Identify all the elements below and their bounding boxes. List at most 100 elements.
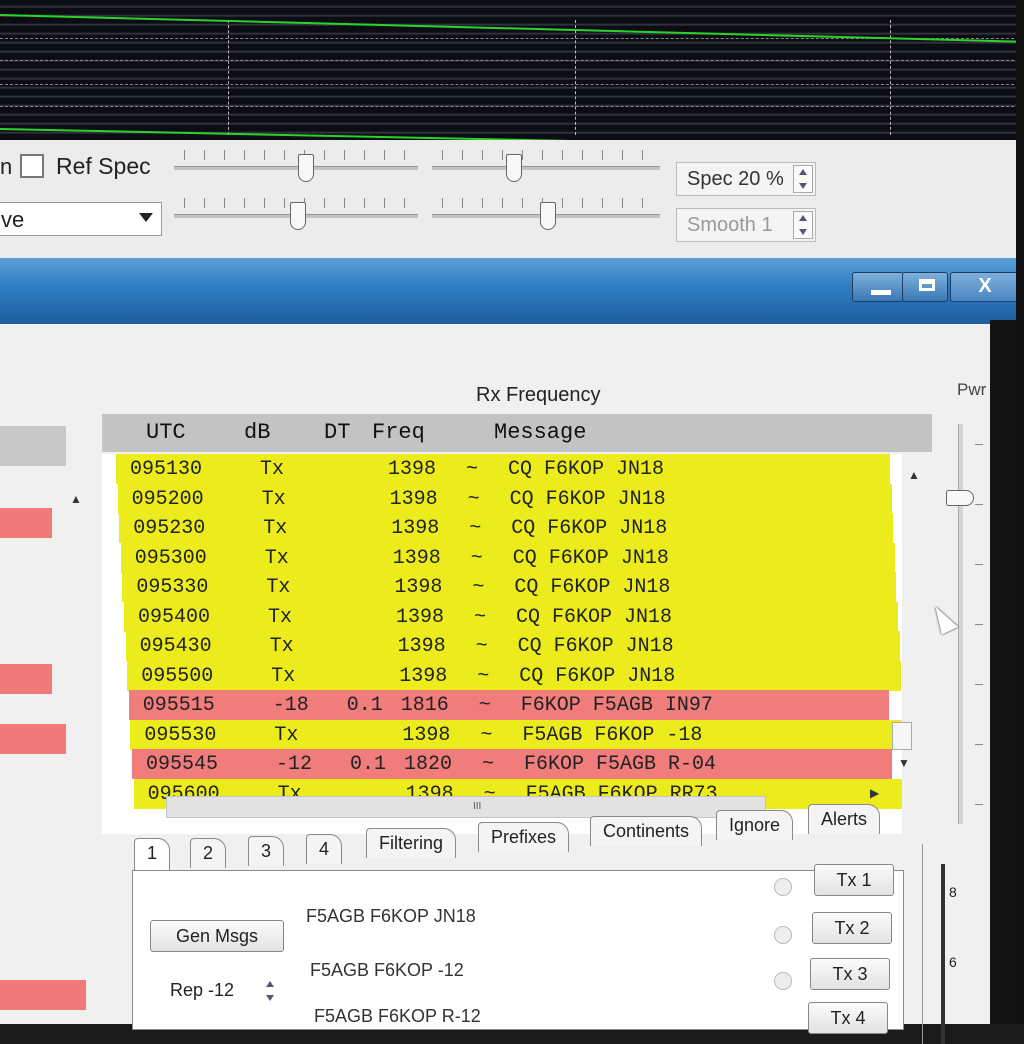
rx-row[interactable]: 095230 Tx 1398 ~ CQ F6KOP JN18 bbox=[119, 513, 894, 543]
tab-1[interactable]: 1 bbox=[134, 838, 171, 872]
scroll-up-icon[interactable]: ▲ bbox=[908, 468, 920, 482]
column-utc: UTC bbox=[146, 420, 186, 445]
slider-thumb[interactable] bbox=[506, 154, 522, 182]
rx-cell-db: Tx bbox=[263, 517, 288, 540]
rx-row[interactable]: 095130 Tx 1398 ~ CQ F6KOP JN18 bbox=[116, 454, 890, 484]
rx-cell-message: CQ F6KOP JN18 bbox=[509, 487, 666, 511]
band-activity-row[interactable] bbox=[0, 724, 66, 754]
waterfall-display[interactable] bbox=[0, 0, 1024, 152]
rx-cell-message: CQ F6KOP JN18 bbox=[512, 546, 669, 570]
tab-continents[interactable]: Continents bbox=[590, 816, 703, 846]
band-activity-row[interactable] bbox=[0, 664, 52, 694]
maximize-button[interactable] bbox=[902, 272, 948, 302]
rx-row[interactable]: 095530 Tx 1398 ~ F5AGB F6KOP -18 bbox=[130, 719, 902, 750]
report-spinbox[interactable]: Rep -12 bbox=[160, 974, 290, 1008]
window-titlebar[interactable]: X bbox=[0, 258, 1024, 324]
spec-gain-slider[interactable] bbox=[174, 196, 418, 230]
column-dt: DT bbox=[324, 420, 351, 445]
rx-cell-message: CQ F6KOP JN18 bbox=[508, 458, 665, 481]
power-slider-track[interactable] bbox=[958, 424, 963, 824]
rx-cell-utc: 095330 bbox=[136, 576, 209, 599]
rx-cell-utc: 095530 bbox=[144, 723, 217, 747]
rx-cell-db: Tx bbox=[264, 546, 289, 570]
rx-cell-db: -12 bbox=[276, 753, 313, 776]
rx-cell-message: F6KOP F5AGB R-04 bbox=[524, 753, 717, 776]
smooth-spinbox[interactable]: Smooth 1 bbox=[676, 208, 816, 242]
rx-row[interactable]: 095300 Tx 1398 ~ CQ F6KOP JN18 bbox=[120, 542, 895, 573]
tx2-radio[interactable] bbox=[774, 926, 792, 944]
tx4-button[interactable]: Tx 4 bbox=[808, 1002, 888, 1034]
scroll-up-icon[interactable]: ▲ bbox=[70, 492, 82, 506]
tab-2[interactable]: 2 bbox=[190, 838, 227, 868]
vertical-scrollbar-thumb[interactable] bbox=[892, 722, 912, 750]
rx-cell-db: Tx bbox=[266, 576, 291, 599]
waterfall-grid-line bbox=[0, 106, 1024, 107]
band-activity-row[interactable] bbox=[0, 508, 52, 538]
spec-percent-spinbox[interactable]: Spec 20 % bbox=[676, 162, 816, 196]
tx1-button[interactable]: Tx 1 bbox=[814, 864, 894, 896]
waterfall-grid-line bbox=[0, 60, 1024, 61]
tx2-message[interactable]: F5AGB F6KOP -12 bbox=[310, 960, 464, 981]
spec-zero-slider[interactable] bbox=[432, 196, 660, 230]
rx-row[interactable]: 095515 -18 0.1 1816 ~ F6KOP F5AGB IN97 bbox=[128, 690, 889, 720]
gain-slider[interactable] bbox=[174, 148, 418, 182]
rx-row[interactable]: 095400 Tx 1398 ~ CQ F6KOP JN18 bbox=[124, 601, 898, 632]
rx-cell-utc: 095230 bbox=[133, 517, 206, 540]
tx3-button[interactable]: Tx 3 bbox=[810, 958, 890, 990]
zero-slider[interactable] bbox=[432, 148, 660, 182]
rx-table-header: UTC dB DT Freq Message bbox=[102, 414, 932, 452]
rx-cell-freq: 1820 bbox=[404, 753, 453, 776]
rx-cell-message: CQ F6KOP JN18 bbox=[516, 605, 673, 629]
rx-cell-sep: ~ bbox=[477, 664, 490, 688]
horizontal-scrollbar[interactable]: III bbox=[166, 796, 766, 818]
tx3-radio[interactable] bbox=[774, 972, 792, 990]
rx-frequency-list[interactable]: 095130 Tx 1398 ~ CQ F6KOP JN18 095200 Tx 1398 ~ C… bbox=[102, 454, 902, 834]
tab-prefixes[interactable]: Prefixes bbox=[478, 822, 570, 852]
power-slider-thumb[interactable] bbox=[946, 490, 974, 506]
rx-row[interactable]: 095430 Tx 1398 ~ CQ F6KOP JN18 bbox=[125, 631, 900, 661]
tab-alerts[interactable]: Alerts bbox=[808, 804, 881, 834]
slider-thumb[interactable] bbox=[540, 202, 556, 230]
tx1-radio[interactable] bbox=[774, 878, 792, 896]
rx-cell-message: CQ F6KOP JN18 bbox=[511, 517, 668, 540]
rx-cell-db: Tx bbox=[269, 635, 294, 658]
ref-spec-label: Ref Spec bbox=[56, 153, 151, 179]
scroll-right-icon[interactable]: ▶ bbox=[870, 786, 879, 800]
scroll-down-icon[interactable]: ▼ bbox=[898, 756, 910, 770]
rx-cell-freq: 1816 bbox=[400, 694, 449, 717]
palette-select[interactable]: ve bbox=[0, 202, 162, 236]
rx-cell-utc: 095430 bbox=[139, 635, 212, 658]
band-activity-row[interactable] bbox=[0, 980, 86, 1010]
rx-cell-db: Tx bbox=[260, 458, 285, 481]
rx-row[interactable]: 095545 -12 0.1 1820 ~ F6KOP F5AGB R-04 bbox=[132, 749, 892, 779]
rx-cell-message: CQ F6KOP JN18 bbox=[519, 664, 676, 688]
rx-frequency-title: Rx Frequency bbox=[476, 384, 601, 406]
waterfall-controls: n Ref Spec ve Spec 20 % Smooth 1 bbox=[0, 140, 1024, 259]
tab-filtering[interactable]: Filtering bbox=[366, 828, 457, 858]
gen-msgs-button[interactable]: Gen Msgs bbox=[150, 920, 284, 952]
tab-4[interactable]: 4 bbox=[306, 834, 343, 864]
spinner-arrows-icon[interactable] bbox=[793, 165, 813, 193]
slider-thumb[interactable] bbox=[298, 154, 314, 182]
cut-label: n bbox=[0, 154, 13, 179]
meter-label: 8 bbox=[949, 884, 957, 900]
rx-row[interactable]: 095330 Tx 1398 ~ CQ F6KOP JN18 bbox=[122, 572, 897, 602]
slider-thumb[interactable] bbox=[290, 202, 306, 230]
spinner-arrows-icon[interactable] bbox=[793, 211, 813, 239]
minimize-button[interactable] bbox=[852, 272, 904, 302]
spinner-arrows-icon[interactable] bbox=[264, 980, 278, 1002]
close-button[interactable]: X bbox=[950, 272, 1020, 302]
tab-ignore[interactable]: Ignore bbox=[716, 810, 794, 840]
rx-row[interactable]: 095500 Tx 1398 ~ CQ F6KOP JN18 bbox=[127, 660, 902, 691]
tab-3[interactable]: 3 bbox=[248, 836, 285, 866]
tx1-message[interactable]: F5AGB F6KOP JN18 bbox=[306, 906, 476, 927]
scrollbar-grip: III bbox=[473, 801, 482, 812]
column-db: dB bbox=[244, 420, 271, 445]
band-activity-header bbox=[0, 426, 66, 466]
tx2-button[interactable]: Tx 2 bbox=[812, 912, 892, 944]
minimize-icon bbox=[871, 290, 891, 295]
rx-cell-sep: ~ bbox=[478, 694, 491, 717]
ref-spec-checkbox[interactable] bbox=[20, 154, 44, 178]
main-window-client: ▲ Rx Frequency UTC dB DT Freq Message 09… bbox=[0, 324, 1024, 1044]
rx-row[interactable]: 095200 Tx 1398 ~ CQ F6KOP JN18 bbox=[117, 483, 892, 514]
